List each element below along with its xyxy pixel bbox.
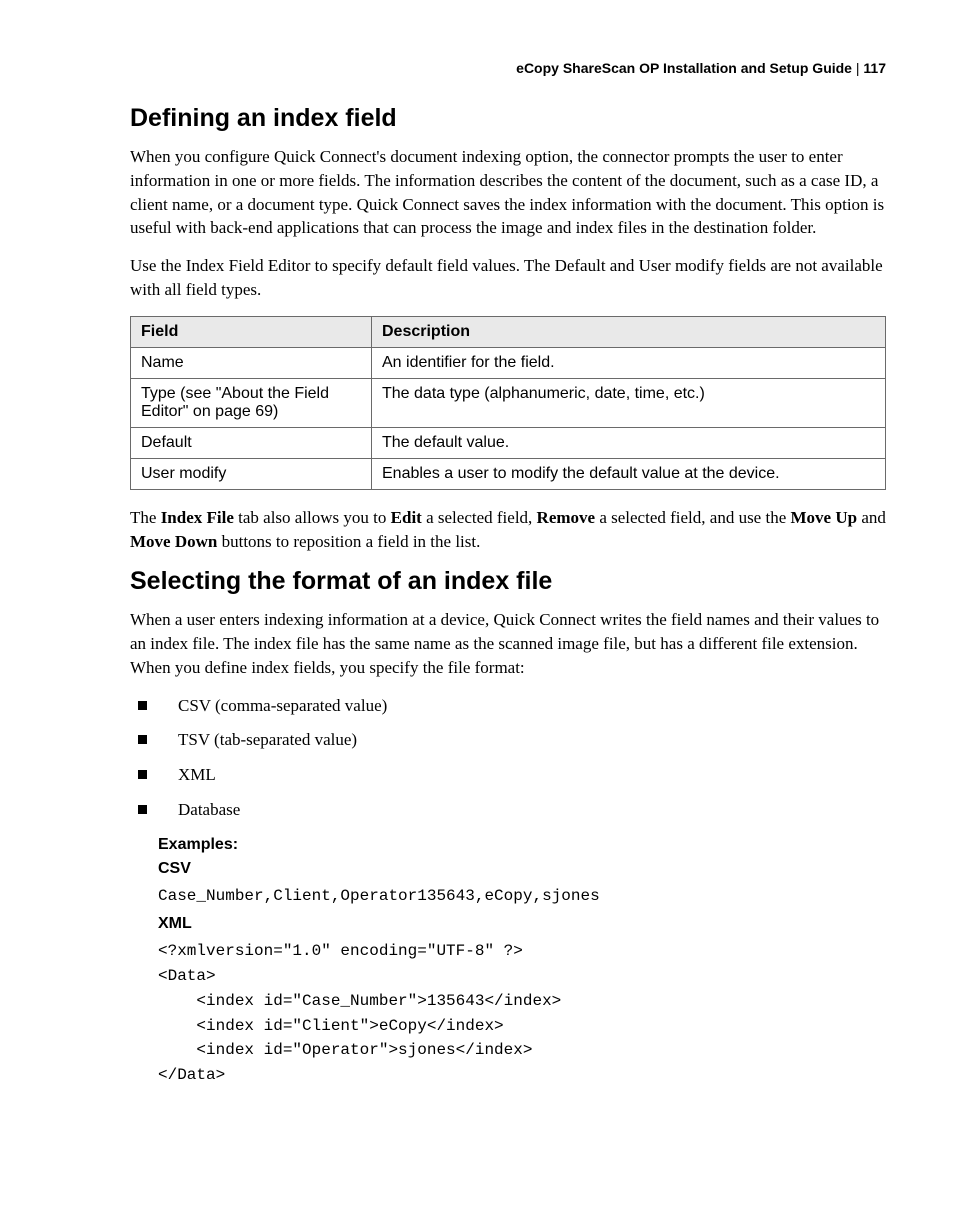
header-sep: |: [852, 60, 863, 76]
index-field-table: Field Description Name An identifier for…: [130, 316, 886, 490]
list-item: CSV (comma-separated value): [130, 694, 886, 719]
para-intro-2: Use the Index Field Editor to specify de…: [130, 254, 886, 302]
xml-code: <?xmlversion="1.0" encoding="UTF-8" ?> <…: [158, 939, 886, 1088]
table-row: Name An identifier for the field.: [131, 347, 886, 378]
cell-desc: The data type (alphanumeric, date, time,…: [372, 378, 886, 427]
cell-field: Name: [131, 347, 372, 378]
bold-edit: Edit: [391, 508, 422, 527]
table-row: Type (see "About the Field Editor" on pa…: [131, 378, 886, 427]
examples-block: Examples: CSV Case_Number,Client,Operato…: [158, 836, 886, 1088]
bold-move-down: Move Down: [130, 532, 217, 551]
text: a selected field,: [422, 508, 537, 527]
cell-field: Default: [131, 427, 372, 458]
bold-remove: Remove: [537, 508, 596, 527]
page-number: 117: [863, 60, 886, 76]
doc-title: eCopy ShareScan OP Installation and Setu…: [516, 60, 852, 76]
csv-label: CSV: [158, 860, 886, 878]
cell-desc: The default value.: [372, 427, 886, 458]
para-format-intro: When a user enters indexing information …: [130, 608, 886, 679]
para-intro-1: When you configure Quick Connect's docum…: [130, 145, 886, 240]
running-header: eCopy ShareScan OP Installation and Setu…: [130, 60, 886, 76]
cell-desc: An identifier for the field.: [372, 347, 886, 378]
table-row: User modify Enables a user to modify the…: [131, 458, 886, 489]
text: and: [857, 508, 886, 527]
bold-index-file: Index File: [161, 508, 234, 527]
text: The: [130, 508, 161, 527]
bold-move-up: Move Up: [791, 508, 858, 527]
examples-label: Examples:: [158, 836, 886, 854]
list-item: Database: [130, 798, 886, 823]
cell-desc: Enables a user to modify the default val…: [372, 458, 886, 489]
heading-defining-index-field: Defining an index field: [130, 104, 886, 133]
text: tab also allows you to: [234, 508, 391, 527]
format-list: CSV (comma-separated value) TSV (tab-sep…: [130, 694, 886, 823]
text: a selected field, and use the: [595, 508, 790, 527]
page: eCopy ShareScan OP Installation and Setu…: [0, 0, 954, 1227]
th-field: Field: [131, 316, 372, 347]
cell-field: Type (see "About the Field Editor" on pa…: [131, 378, 372, 427]
text: buttons to reposition a field in the lis…: [217, 532, 480, 551]
para-tab-actions: The Index File tab also allows you to Ed…: [130, 506, 886, 554]
table-row: Default The default value.: [131, 427, 886, 458]
cell-field: User modify: [131, 458, 372, 489]
xml-label: XML: [158, 915, 886, 933]
th-description: Description: [372, 316, 886, 347]
list-item: TSV (tab-separated value): [130, 728, 886, 753]
csv-code: Case_Number,Client,Operator135643,eCopy,…: [158, 884, 886, 909]
heading-selecting-format: Selecting the format of an index file: [130, 567, 886, 596]
list-item: XML: [130, 763, 886, 788]
